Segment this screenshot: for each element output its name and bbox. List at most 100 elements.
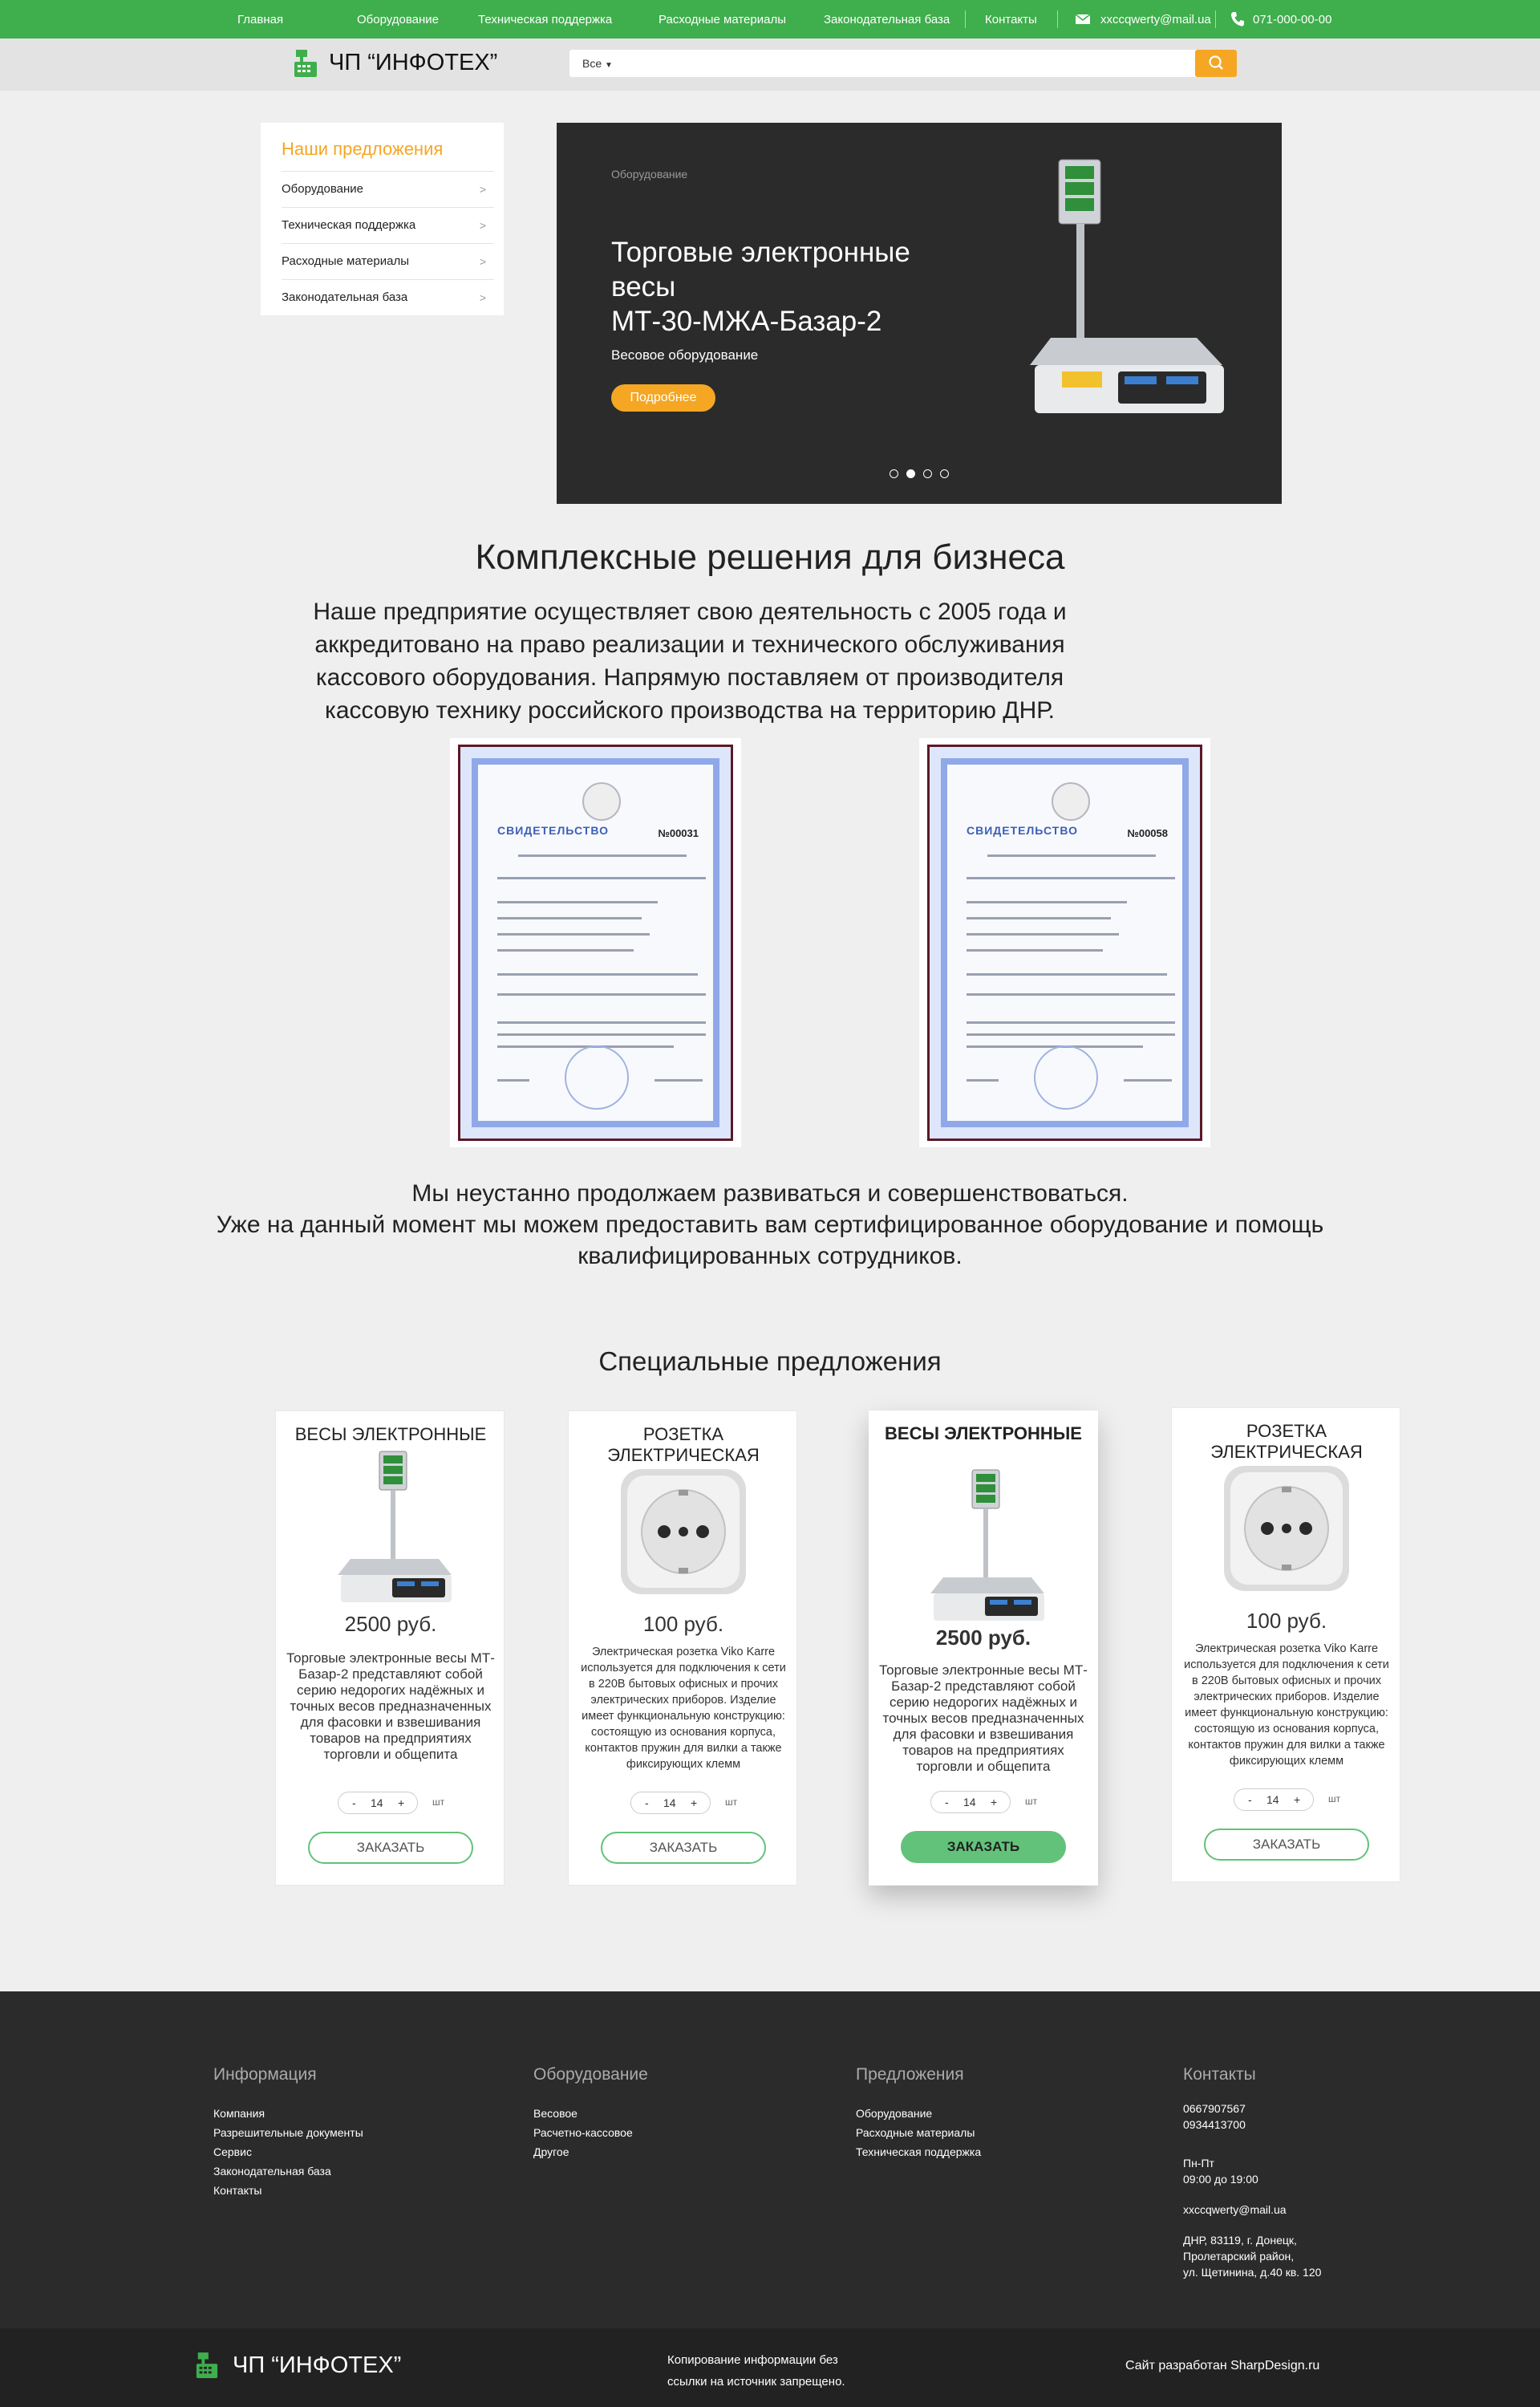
offer-card: РОЗЕТКА ЭЛЕКТРИЧЕСКАЯ 100 руб. Электриче… bbox=[568, 1411, 797, 1885]
offer-card: РОЗЕТКА ЭЛЕКТРИЧЕСКАЯ 100 руб. Электриче… bbox=[1171, 1407, 1400, 1882]
quantity-value[interactable]: 14 bbox=[663, 1792, 676, 1813]
plus-button[interactable]: + bbox=[398, 1792, 404, 1813]
minus-button[interactable]: - bbox=[945, 1792, 949, 1812]
search-input[interactable] bbox=[622, 53, 1168, 74]
intro-text: Наше предприятие осуществляет свою деяте… bbox=[313, 599, 1067, 724]
sidebar-title: Наши предложения bbox=[282, 139, 444, 159]
sidebar-item-label: Расходные материалы bbox=[282, 254, 409, 268]
quantity-value[interactable]: 14 bbox=[1266, 1789, 1279, 1810]
chevron-right-icon: > bbox=[479, 183, 486, 196]
quantity-unit: шт bbox=[1025, 1796, 1038, 1807]
plus-button[interactable]: + bbox=[1294, 1789, 1300, 1810]
nav-divider bbox=[1215, 10, 1216, 28]
footer-offers-column: Предложения Оборудование Расходные матер… bbox=[856, 2065, 981, 2161]
certificate-1[interactable]: СВИДЕТЕЛЬСТВО №00031 bbox=[450, 738, 741, 1147]
footer-logo[interactable]: ЧП “ИНФОТЕХ” bbox=[233, 2352, 401, 2379]
order-button[interactable]: ЗАКАЗАТЬ bbox=[901, 1831, 1066, 1863]
nav-legislation[interactable]: Законодательная база bbox=[824, 0, 950, 39]
scale-image bbox=[1022, 155, 1230, 448]
certificate-body: СВИДЕТЕЛЬСТВО №00031 bbox=[472, 758, 719, 1127]
emblem-icon bbox=[582, 782, 621, 821]
top-email-link[interactable]: xxccqwerty@mail.ua bbox=[1100, 0, 1211, 39]
order-button[interactable]: ЗАКАЗАТЬ bbox=[601, 1832, 766, 1864]
hero-title-line: МТ-30-МЖА-Базар-2 bbox=[611, 306, 882, 337]
nav-divider bbox=[1057, 10, 1058, 28]
offers-heading: Специальные предложения bbox=[598, 1346, 942, 1376]
minus-button[interactable]: - bbox=[645, 1792, 649, 1813]
footer-link[interactable]: Другое bbox=[533, 2142, 648, 2161]
chevron-right-icon: > bbox=[479, 219, 486, 232]
certificate-2[interactable]: СВИДЕТЕЛЬСТВО №00058 bbox=[919, 738, 1210, 1147]
minus-button[interactable]: - bbox=[352, 1792, 356, 1813]
offer-price: 2500 руб. bbox=[344, 1612, 437, 1636]
offer-description: Электрическая розетка Viko Karre использ… bbox=[581, 1646, 786, 1771]
top-phone-link[interactable]: 071-000-00-00 bbox=[1253, 0, 1331, 39]
sidebar-item-legislation[interactable]: Законодательная база > bbox=[282, 279, 494, 315]
footer-link[interactable]: Весовое bbox=[533, 2104, 648, 2123]
footer-link[interactable]: Сервис bbox=[213, 2142, 363, 2161]
footer-link[interactable]: Контакты bbox=[213, 2181, 363, 2200]
cash-register-icon bbox=[195, 2351, 219, 2384]
copyright-line: Копирование информации без bbox=[667, 2353, 838, 2367]
phone-icon bbox=[1230, 11, 1245, 31]
footer-link[interactable]: Техническая поддержка bbox=[856, 2142, 981, 2161]
hero-subtitle: Весовое оборудование bbox=[611, 347, 759, 363]
quantity-stepper: -14 + bbox=[338, 1792, 418, 1814]
sidebar-item-tech-support[interactable]: Техническая поддержка > bbox=[282, 207, 494, 242]
plus-button[interactable]: + bbox=[691, 1792, 697, 1813]
development-text-line: Мы неустанно продолжаем развиваться и со… bbox=[411, 1180, 1129, 1207]
footer-link[interactable]: Компания bbox=[213, 2104, 363, 2123]
footer-link[interactable]: Расходные материалы bbox=[856, 2123, 981, 2142]
site-logo[interactable]: ЧП “ИНФОТЕХ” bbox=[329, 50, 497, 76]
order-button[interactable]: ЗАКАЗАТЬ bbox=[1204, 1829, 1369, 1861]
nav-equipment[interactable]: Оборудование bbox=[357, 0, 439, 39]
nav-contacts[interactable]: Контакты bbox=[985, 0, 1037, 39]
footer-email[interactable]: xxccqwerty@mail.ua bbox=[1183, 2202, 1321, 2218]
sidebar-item-consumables[interactable]: Расходные материалы > bbox=[282, 243, 494, 278]
minus-button[interactable]: - bbox=[1248, 1789, 1252, 1810]
slider-dot-3[interactable] bbox=[923, 469, 932, 478]
footer-equipment-column: Оборудование Весовое Расчетно-кассовое Д… bbox=[533, 2065, 648, 2161]
sidebar-item-equipment[interactable]: Оборудование > bbox=[282, 171, 494, 206]
quantity-unit: шт bbox=[1328, 1793, 1341, 1804]
footer-link[interactable]: Оборудование bbox=[856, 2104, 981, 2123]
certificate-number: №00031 bbox=[658, 827, 699, 839]
hero-title-line: весы bbox=[611, 271, 676, 302]
nav-home[interactable]: Главная bbox=[237, 0, 283, 39]
search-button[interactable] bbox=[1195, 50, 1237, 77]
quantity-value[interactable]: 14 bbox=[371, 1792, 383, 1813]
search-category-label: Все bbox=[582, 57, 602, 70]
quantity-value[interactable]: 14 bbox=[963, 1792, 976, 1812]
footer-address: Пролетарский район, bbox=[1183, 2250, 1295, 2263]
hero-title: Торговые электронные весы МТ-30-МЖА-Базар-… bbox=[611, 235, 964, 339]
footer-phone[interactable]: 0934413700 bbox=[1183, 2117, 1321, 2133]
nav-consumables[interactable]: Расходные материалы bbox=[659, 0, 786, 39]
search-category-select[interactable]: Все ▼ bbox=[569, 50, 622, 77]
plus-button[interactable]: + bbox=[991, 1792, 997, 1812]
footer-heading: Информация bbox=[213, 2065, 317, 2084]
offer-description: Торговые электронные весы МТ-Базар-2 пре… bbox=[879, 1662, 1088, 1774]
search-icon bbox=[1209, 55, 1223, 70]
footer-phone[interactable]: 0667907567 bbox=[1183, 2101, 1321, 2117]
footer-link[interactable]: Разрешительные документы bbox=[213, 2123, 363, 2142]
sidebar-item-label: Оборудование bbox=[282, 182, 364, 196]
nav-tech-support[interactable]: Техническая поддержка bbox=[478, 0, 612, 39]
slider-dot-2[interactable] bbox=[906, 469, 915, 478]
certificate-number: №00058 bbox=[1127, 827, 1168, 839]
footer-address: ул. Щетинина, д.40 кв. 120 bbox=[1183, 2266, 1322, 2279]
offers-sidebar: Наши предложения Оборудование > Техническ… bbox=[261, 123, 504, 315]
offer-title: РОЗЕТКА ЭЛЕКТРИЧЕСКАЯ bbox=[607, 1424, 760, 1465]
certificate-frame: СВИДЕТЕЛЬСТВО №00031 bbox=[458, 745, 733, 1141]
chevron-right-icon: > bbox=[479, 291, 486, 304]
slider-dot-1[interactable] bbox=[890, 469, 898, 478]
development-text-line: Уже на данный момент мы можем предостави… bbox=[216, 1212, 1324, 1269]
footer-link[interactable]: Законодательная база bbox=[213, 2161, 363, 2181]
offer-title: ВЕСЫ ЭЛЕКТРОННЫЕ bbox=[294, 1424, 487, 1444]
slider-dot-4[interactable] bbox=[940, 469, 949, 478]
hero-more-button[interactable]: Подробнее bbox=[611, 384, 715, 412]
developer-credit[interactable]: Сайт разработан SharpDesign.ru bbox=[1125, 2359, 1319, 2373]
footer-bottom-bar: ЧП “ИНФОТЕХ” Копирование информации без … bbox=[0, 2328, 1540, 2407]
quantity-stepper: -14 + bbox=[630, 1792, 711, 1814]
footer-link[interactable]: Расчетно-кассовое bbox=[533, 2123, 648, 2142]
order-button[interactable]: ЗАКАЗАТЬ bbox=[308, 1832, 473, 1864]
